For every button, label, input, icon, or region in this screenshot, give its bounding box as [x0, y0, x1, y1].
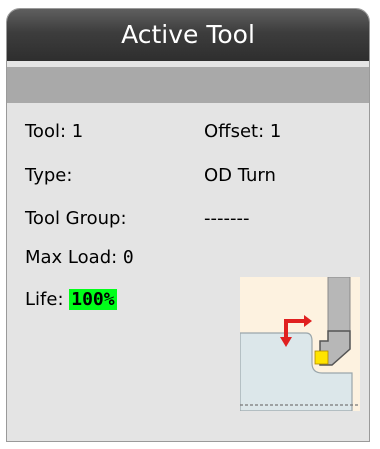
- type-label: Type:: [25, 165, 73, 186]
- tool-label: Tool:: [25, 121, 67, 142]
- type-value: OD Turn: [204, 165, 276, 186]
- life-label: Life:: [25, 289, 64, 310]
- life-field: Life: 100%: [25, 289, 117, 310]
- tool-field: Tool: 1: [25, 121, 83, 142]
- panel-title: Active Tool: [7, 9, 369, 61]
- od-turn-tool-icon: [240, 277, 360, 411]
- tool-group-value: -------: [204, 208, 250, 229]
- tool-value: 1: [71, 121, 84, 142]
- active-tool-panel: Active Tool Tool: 1 Offset: 1 Type: OD T…: [6, 8, 370, 442]
- max-load-value: 0: [122, 247, 134, 268]
- offset-label: Offset:: [204, 121, 265, 142]
- tool-group-label: Tool Group:: [25, 208, 127, 229]
- offset-value: 1: [269, 121, 282, 142]
- panel-subheader-bar: [7, 67, 369, 103]
- offset-field: Offset: 1: [204, 121, 281, 142]
- max-load-field: Max Load: 0: [25, 247, 134, 268]
- max-load-label: Max Load:: [25, 247, 118, 268]
- life-value: 100%: [69, 289, 117, 310]
